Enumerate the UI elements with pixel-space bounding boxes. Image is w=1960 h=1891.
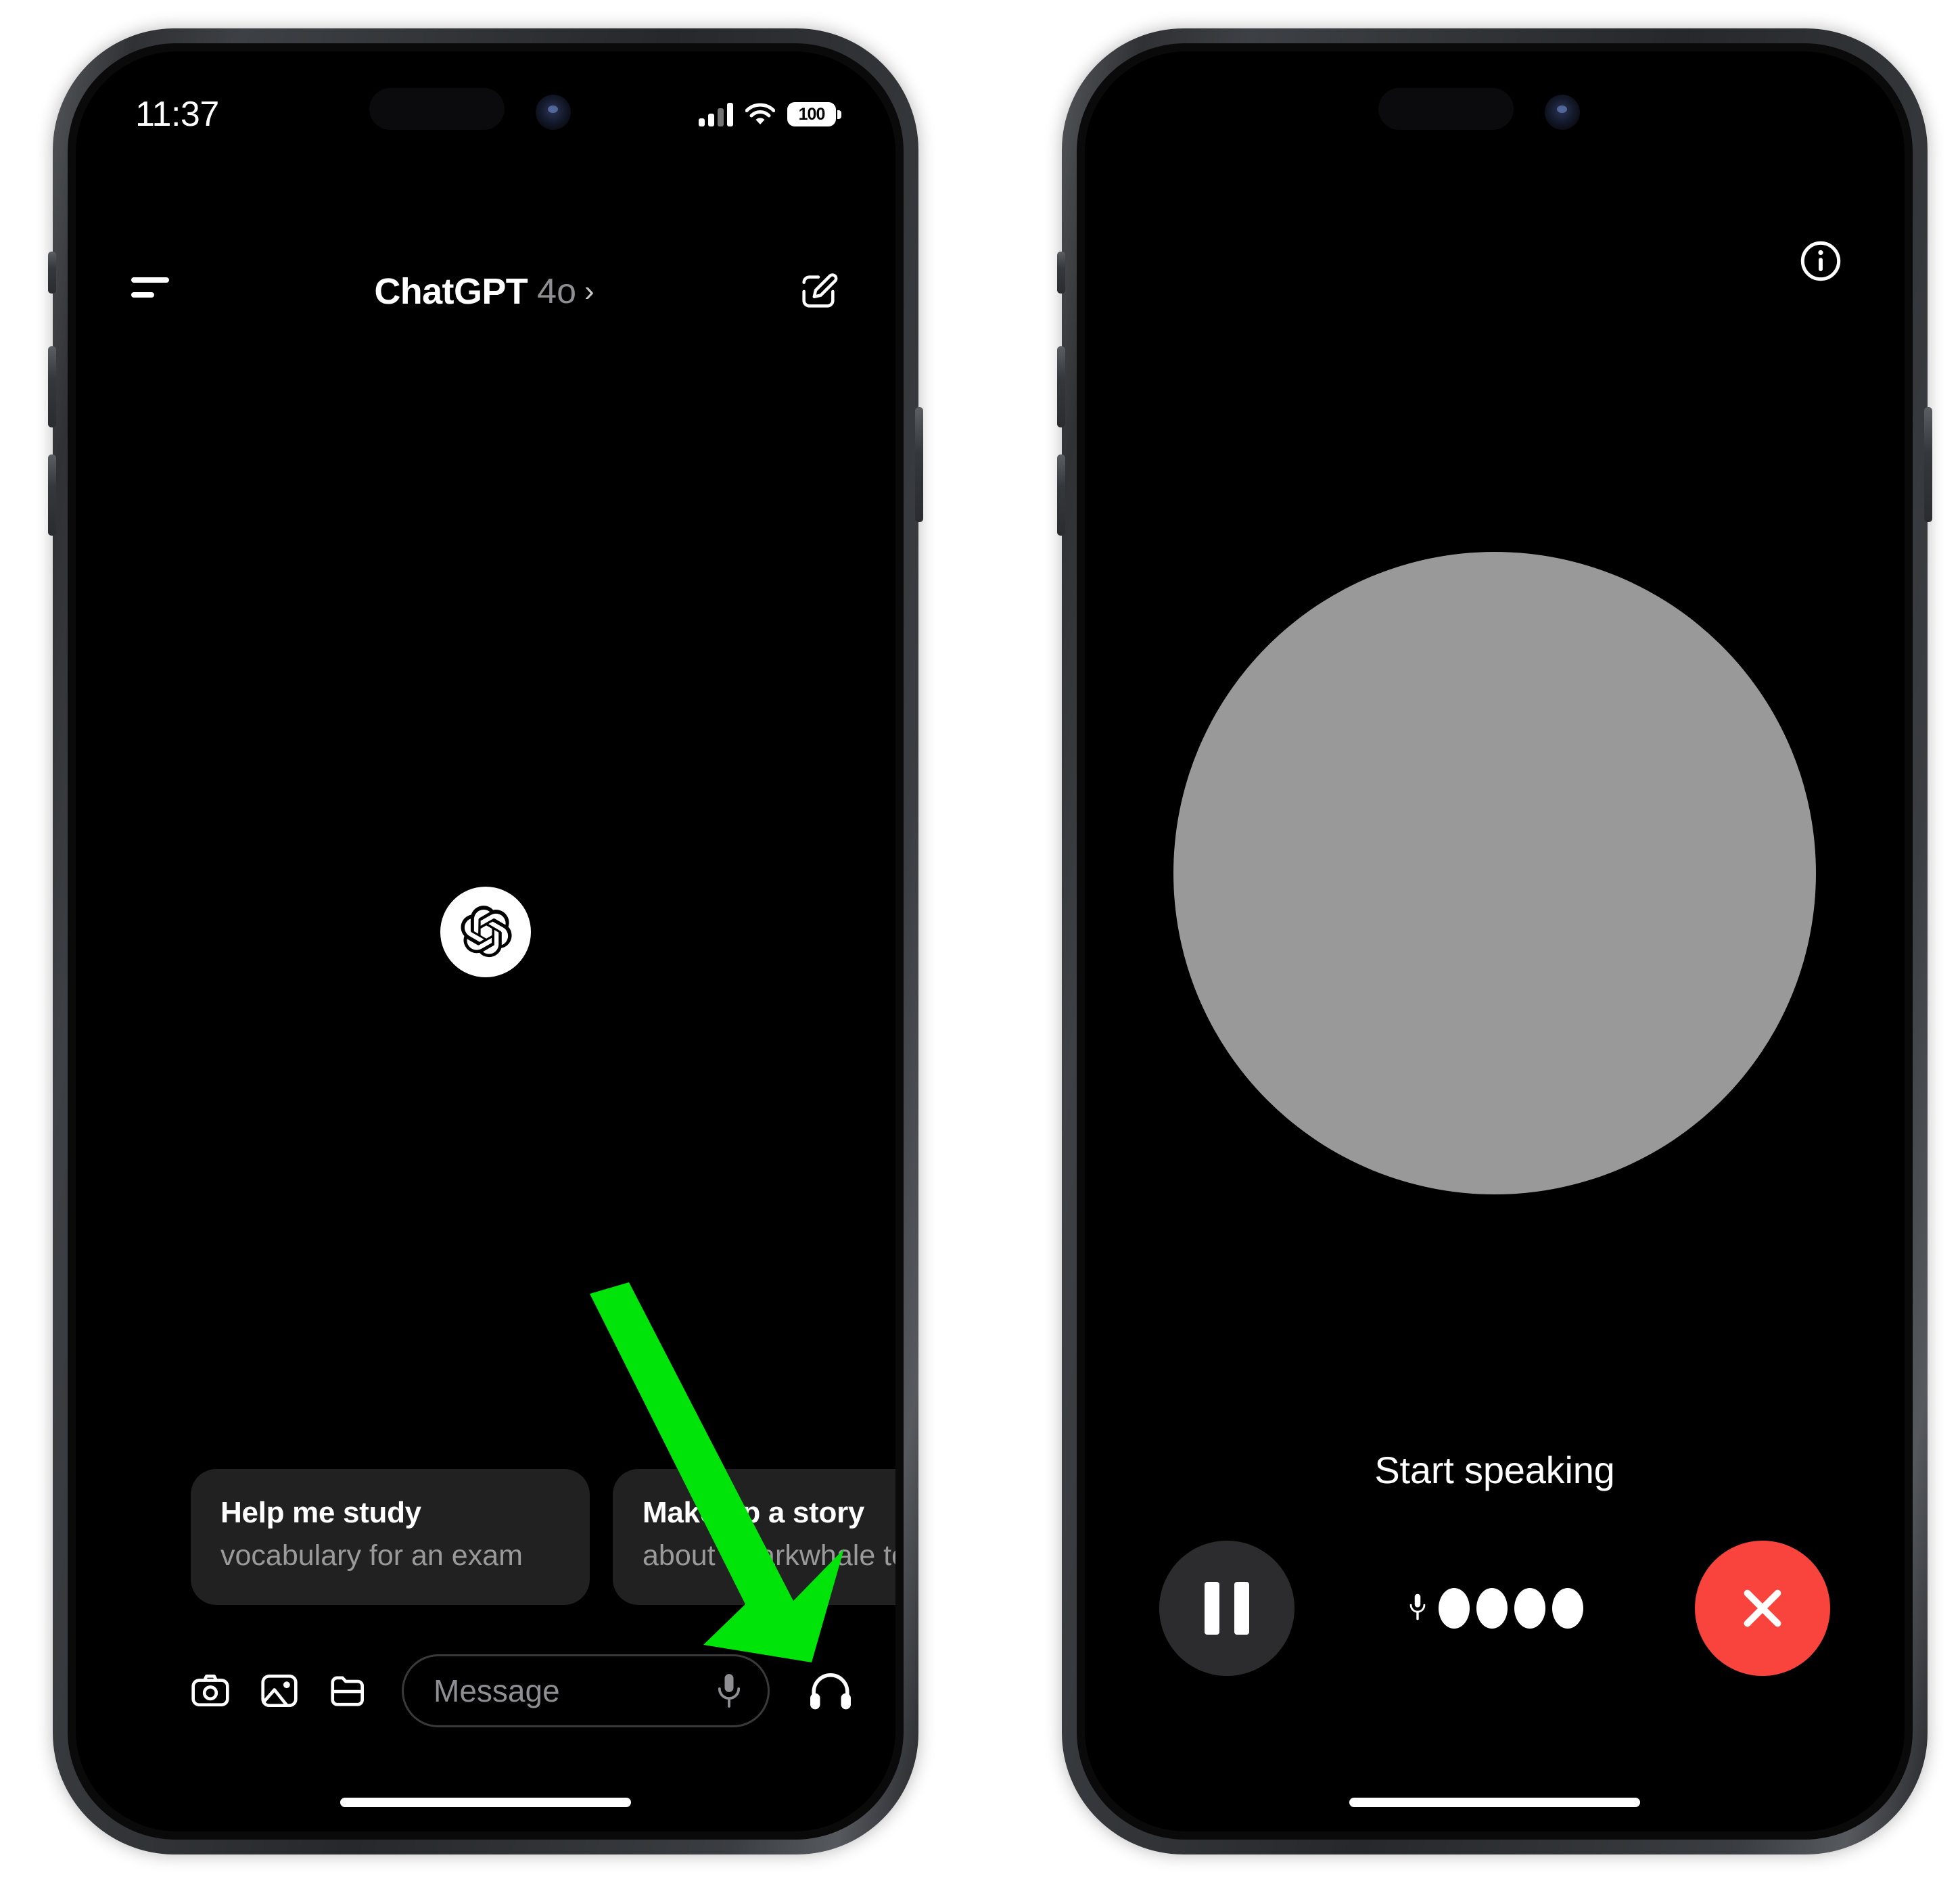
power-button[interactable] — [1924, 407, 1932, 522]
mute-switch[interactable] — [48, 252, 56, 294]
cellular-bars-icon — [699, 102, 733, 126]
home-indicator[interactable] — [1349, 1798, 1640, 1807]
volume-down-button[interactable] — [48, 454, 56, 536]
suggestion-title: Make up a story — [643, 1496, 865, 1529]
level-dot — [1476, 1588, 1508, 1629]
app-navbar: ChatGPT 4o › — [76, 248, 895, 335]
level-dot — [1439, 1588, 1470, 1629]
audio-level-meter — [1406, 1587, 1583, 1629]
pause-button[interactable] — [1159, 1541, 1294, 1676]
microphone-icon[interactable] — [714, 1671, 745, 1710]
battery-percent-label: 100 — [798, 104, 826, 124]
level-dot — [1552, 1588, 1583, 1629]
suggestion-chip[interactable]: Make up a story about Sharkwhale tooth-b — [613, 1469, 895, 1605]
pause-icon — [1205, 1582, 1249, 1635]
voice-assistant-orb — [1173, 552, 1816, 1194]
device-bezel-left: 11:37 100 ChatGPT 4o › Help me study voc… — [68, 43, 904, 1840]
front-camera-lens-icon — [1545, 95, 1580, 130]
device-bezel-right: Start speaking — [1077, 43, 1913, 1840]
power-button[interactable] — [915, 407, 923, 522]
hamburger-menu-icon[interactable] — [131, 277, 172, 306]
microphone-icon — [1409, 1593, 1426, 1620]
status-indicators: 100 — [699, 102, 841, 126]
home-indicator[interactable] — [340, 1798, 631, 1807]
model-version-label: 4o — [537, 272, 576, 311]
suggestion-chip-list: Help me study vocabulary for an exam Mak… — [76, 1469, 895, 1605]
iphone-device-left: 11:37 100 ChatGPT 4o › Help me study voc… — [48, 28, 923, 1854]
suggestion-title: Help me study — [220, 1496, 421, 1529]
iphone-device-right: Start speaking — [1057, 28, 1932, 1854]
volume-up-button[interactable] — [1057, 346, 1065, 427]
folder-files-icon[interactable] — [327, 1670, 369, 1712]
voice-status-text: Start speaking — [1374, 1449, 1615, 1491]
headphones-icon[interactable] — [806, 1670, 855, 1712]
info-circle-icon[interactable] — [1799, 239, 1842, 283]
model-switcher-button[interactable]: ChatGPT 4o › — [374, 271, 594, 312]
volume-down-button[interactable] — [1057, 454, 1065, 536]
openai-logo-icon — [440, 887, 531, 977]
suggestion-subtitle: vocabulary for an exam — [220, 1539, 523, 1572]
message-input-field[interactable]: Message — [402, 1654, 770, 1727]
screen-right: Start speaking — [1085, 51, 1905, 1831]
volume-up-button[interactable] — [48, 346, 56, 427]
compose-new-chat-icon[interactable] — [797, 270, 840, 313]
camera-icon[interactable] — [189, 1670, 231, 1712]
openai-knot-glyph — [461, 906, 512, 958]
level-dot — [1514, 1588, 1545, 1629]
suggestion-subtitle: about Sharkwhale tooth-b — [643, 1539, 895, 1572]
voice-control-bar — [1085, 1531, 1905, 1686]
message-composer-bar: Message — [76, 1650, 895, 1731]
screenshot-canvas: 11:37 100 ChatGPT 4o › Help me study voc… — [0, 0, 1960, 1891]
battery-icon: 100 — [787, 102, 841, 126]
chevron-right-icon: › — [584, 275, 594, 308]
message-placeholder: Message — [434, 1673, 560, 1708]
mute-switch[interactable] — [1057, 252, 1065, 294]
wifi-icon — [745, 103, 775, 124]
status-bar-left: 11:37 100 — [76, 91, 895, 138]
close-voice-mode-button[interactable] — [1695, 1541, 1830, 1676]
dynamic-island — [1378, 88, 1514, 130]
photo-library-icon[interactable] — [258, 1670, 300, 1712]
close-x-icon — [1744, 1589, 1781, 1627]
page-title: ChatGPT — [374, 271, 528, 312]
status-clock: 11:37 — [135, 95, 219, 134]
suggestion-chip[interactable]: Help me study vocabulary for an exam — [191, 1469, 590, 1605]
screen-left: 11:37 100 ChatGPT 4o › Help me study voc… — [76, 51, 895, 1831]
